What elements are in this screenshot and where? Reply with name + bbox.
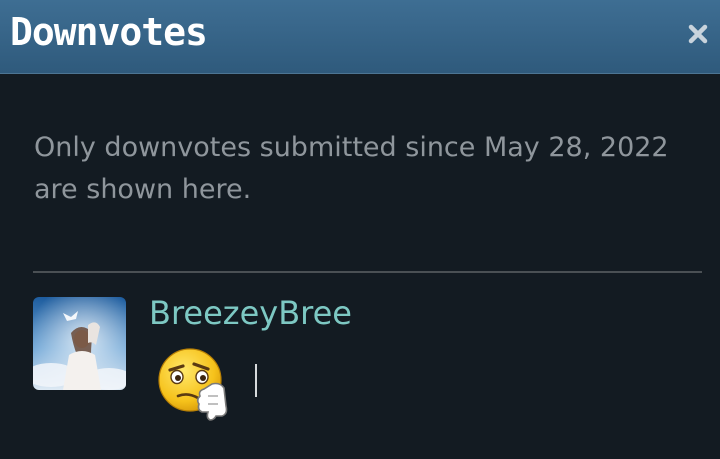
username-link[interactable]: BreezeyBree (149, 293, 352, 333)
downvotes-notice: Only downvotes submitted since May 28, 2… (34, 132, 669, 205)
text-cursor (255, 364, 257, 397)
user-avatar-photo (33, 297, 126, 390)
thinking-thumbs-down-emoji-icon (156, 344, 240, 424)
dialog-titlebar: Downvotes (0, 0, 720, 74)
close-icon (688, 24, 708, 44)
list-item: BreezeyBree (33, 294, 702, 421)
dialog-title: Downvotes (10, 10, 208, 54)
divider (33, 271, 702, 273)
close-button[interactable] (682, 18, 714, 50)
avatar[interactable] (33, 297, 126, 390)
downvotes-dialog: Downvotes Only downvotes submitted since… (0, 0, 720, 459)
